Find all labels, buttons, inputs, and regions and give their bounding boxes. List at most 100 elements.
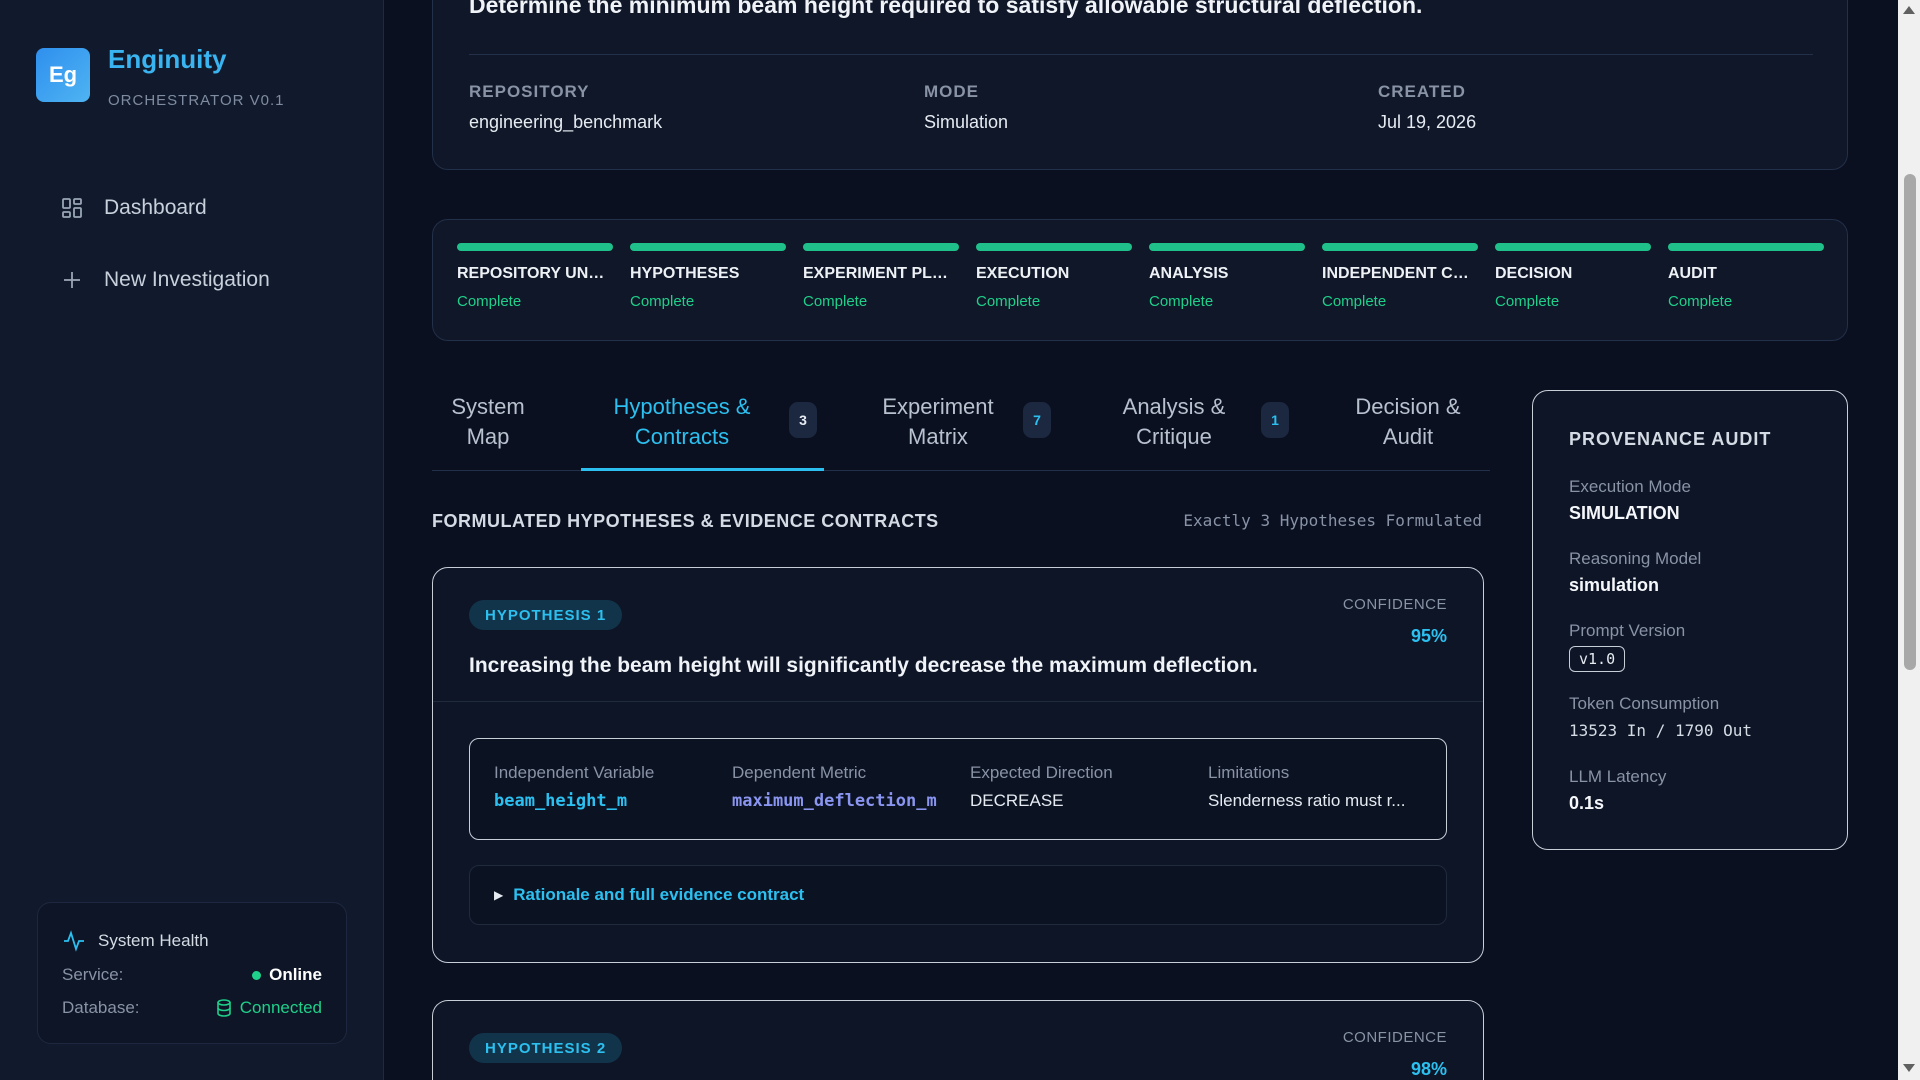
tab-label-line2: Critique (1136, 424, 1212, 449)
step-name: EXPERIMENT PLANNING (803, 265, 959, 282)
token-consumption-label: Token Consumption (1569, 694, 1720, 713)
step-name: AUDIT (1668, 265, 1717, 282)
plus-icon (64, 272, 80, 288)
scroll-down-icon[interactable] (1903, 1064, 1915, 1072)
step-status: Complete (1322, 293, 1387, 310)
tab-label-line2: Audit (1382, 424, 1434, 449)
tab-analysis-critique[interactable]: Analysis & Critique (1102, 392, 1246, 452)
independent-variable-label: Independent Variable (494, 763, 655, 782)
limitations: Limitations Slenderness ratio must r... (1208, 763, 1430, 811)
app-logo[interactable]: Eg (36, 48, 90, 102)
tab-hypotheses-contracts[interactable]: Hypotheses & Contracts (590, 392, 774, 452)
evidence-contract: Independent Variable beam_height_m Depen… (469, 738, 1447, 840)
expand-triangle-icon: ▶ (494, 888, 504, 902)
provenance-title: PROVENANCE AUDIT (1569, 429, 1772, 449)
llm-latency-value: 0.1s (1569, 793, 1605, 813)
nav-new-investigation[interactable]: New Investigation (60, 268, 270, 292)
scroll-up-icon[interactable] (1903, 6, 1915, 14)
reasoning-model-value: simulation (1569, 575, 1660, 595)
system-health-title: System Health (62, 929, 209, 953)
meta-repository-label: REPOSITORY (469, 82, 590, 101)
step-status: Complete (803, 293, 868, 310)
system-health-panel: System Health Service: Online Database: … (37, 902, 347, 1044)
pipeline-step: EXPERIMENT PLANNING Complete (803, 243, 959, 310)
hypothesis-card: HYPOTHESIS 1 CONFIDENCE 95% Increasing t… (432, 567, 1484, 963)
pipeline-step: INDEPENDENT CRITIQUE Complete (1322, 243, 1478, 310)
step-name: EXECUTION (976, 265, 1070, 282)
sidebar: Eg Enginuity ORCHESTRATOR V0.1 Dashboard… (0, 0, 384, 1080)
hypothesis-card: HYPOTHESIS 2 CONFIDENCE 98% (432, 1000, 1484, 1080)
activity-icon (64, 930, 84, 952)
database-status-value: Connected (239, 998, 322, 1017)
reasoning-model-label: Reasoning Model (1569, 549, 1702, 568)
app-version: ORCHESTRATOR V0.1 (108, 92, 285, 109)
scrollbar-thumb[interactable] (1904, 174, 1916, 670)
hypothesis-badge: HYPOTHESIS 1 (469, 600, 623, 630)
step-status: Complete (976, 293, 1041, 310)
service-label: Service: (62, 965, 124, 984)
step-name: ANALYSIS (1149, 265, 1229, 282)
step-name: REPOSITORY UNDERSTANDING (457, 265, 613, 282)
rationale-expander[interactable]: ▶ Rationale and full evidence contract (469, 865, 1447, 925)
step-progress-bar (1495, 243, 1651, 251)
investigation-title: Determine the minimum beam height requir… (469, 0, 1423, 18)
step-progress-bar (457, 243, 613, 251)
step-progress-bar (1149, 243, 1305, 251)
database-icon (216, 999, 231, 1017)
tab-count-badge: 7 (1023, 402, 1051, 438)
confidence-value: 98% (1410, 1059, 1447, 1079)
nav-dashboard-label: Dashboard (104, 196, 207, 219)
tab-label-line2: Matrix (908, 424, 968, 449)
expected-direction-value: DECREASE (970, 791, 1064, 810)
pipeline-step: REPOSITORY UNDERSTANDING Complete (457, 243, 613, 310)
hypothesis-divider (433, 701, 1483, 702)
step-progress-bar (1322, 243, 1478, 251)
service-row: Service: Online (62, 965, 322, 985)
tab-label-line1: Decision & (1355, 394, 1461, 419)
step-status: Complete (1495, 293, 1560, 310)
confidence-label: CONFIDENCE (1342, 596, 1447, 613)
dependent-metric-label: Dependent Metric (732, 763, 867, 782)
dependent-metric: Dependent Metric maximum_deflection_m (732, 763, 952, 811)
pipeline-step: EXECUTION Complete (976, 243, 1132, 310)
prompt-version-label: Prompt Version (1569, 621, 1686, 640)
dependent-metric-value: maximum_deflection_m (732, 791, 937, 811)
tab-decision-audit[interactable]: Decision & Audit (1336, 392, 1480, 452)
pipeline-step: HYPOTHESES Complete (630, 243, 786, 310)
provenance-audit-panel: PROVENANCE AUDIT Execution Mode SIMULATI… (1532, 390, 1848, 850)
confidence-label: CONFIDENCE (1342, 1029, 1447, 1046)
prompt-version-chip: v1.0 (1569, 646, 1626, 672)
expected-direction: Expected Direction DECREASE (970, 763, 1190, 811)
nav-new-investigation-label: New Investigation (104, 268, 270, 291)
confidence-value: 95% (1410, 626, 1447, 646)
nav-dashboard[interactable]: Dashboard (60, 196, 207, 220)
execution-mode-value: SIMULATION (1569, 503, 1680, 523)
section-title: FORMULATED HYPOTHESES & EVIDENCE CONTRAC… (432, 511, 939, 531)
independent-variable-value: beam_height_m (494, 791, 628, 811)
llm-latency-label: LLM Latency (1569, 767, 1667, 786)
step-status: Complete (1668, 293, 1733, 310)
hypothesis-statement: Increasing the beam height will signific… (469, 654, 1258, 677)
step-status: Complete (630, 293, 695, 310)
meta-mode-value: Simulation (924, 112, 1009, 132)
meta-repository-value: engineering_benchmark (469, 112, 663, 132)
tab-label-line2: Map (466, 424, 510, 449)
tab-experiment-matrix[interactable]: Experiment Matrix (862, 392, 1014, 452)
pipeline-step: AUDIT Complete (1668, 243, 1824, 310)
token-consumption-value: 13523 In / 1790 Out (1569, 721, 1753, 740)
independent-variable: Independent Variable beam_height_m (494, 763, 714, 811)
service-status: Online (252, 965, 322, 985)
limitations-label: Limitations (1208, 763, 1290, 782)
step-name: DECISION (1495, 265, 1573, 282)
status-dot-icon (252, 970, 262, 980)
pipeline-step: ANALYSIS Complete (1149, 243, 1305, 310)
limitations-value: Slenderness ratio must r... (1208, 791, 1406, 810)
tab-label-line1: Hypotheses & (613, 394, 751, 419)
tab-label-line1: Experiment (882, 394, 994, 419)
tab-count-badge: 3 (789, 402, 817, 438)
step-progress-bar (630, 243, 786, 251)
step-progress-bar (1668, 243, 1824, 251)
tab-system-map[interactable]: System Map (436, 392, 540, 452)
rationale-label: Rationale and full evidence contract (513, 885, 805, 904)
step-status: Complete (1149, 293, 1214, 310)
